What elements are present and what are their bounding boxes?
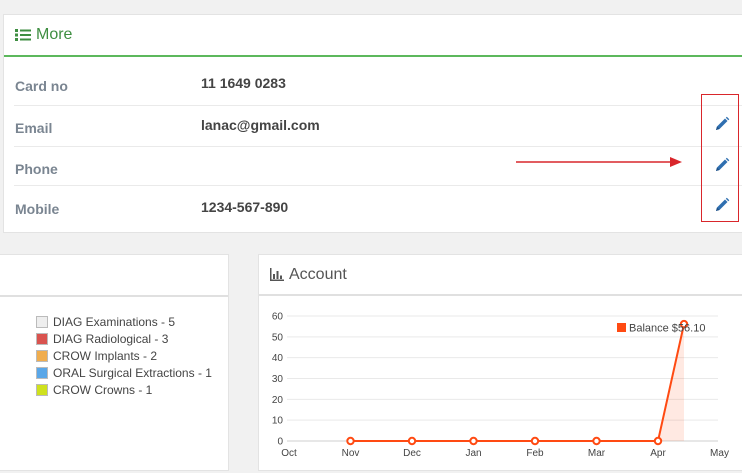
legend-label-balance: Balance $56.10 [629, 323, 705, 335]
legend-item[interactable]: DIAG Examinations - 5 [36, 313, 212, 330]
x-tick-label: May [710, 448, 729, 459]
legend-item[interactable]: ORAL Surgical Extractions - 1 [36, 364, 212, 381]
y-tick-label: 60 [272, 312, 284, 323]
mobile-label: Mobile [15, 201, 60, 217]
x-tick-label: Nov [342, 448, 360, 459]
mobile-value: 1234-567-890 [201, 199, 289, 215]
legend-item-label: ORAL Surgical Extractions - 1 [53, 365, 212, 380]
mobile-row: Mobile 1234-567-890 [14, 186, 742, 226]
y-tick-label: 10 [272, 416, 284, 427]
more-panel: More Card no 11 1649 0283 Email lanac@gm… [3, 14, 742, 233]
x-tick-label: Apr [650, 448, 666, 459]
email-value: lanac@gmail.com [201, 117, 320, 133]
phone-label: Phone [15, 161, 58, 177]
legend-swatch [36, 383, 48, 396]
y-tick-label: 50 [272, 332, 284, 343]
y-tick-label: 30 [272, 374, 284, 385]
data-point [592, 436, 601, 446]
legend-item[interactable]: CROW Implants - 2 [36, 347, 212, 364]
x-tick-label: Oct [281, 448, 297, 459]
card-no-value: 11 1649 0283 [201, 75, 286, 91]
legend-swatch [36, 332, 48, 345]
treatment-legend-panel: DIAG Examinations - 5 DIAG Radiological … [0, 254, 229, 471]
legend-item-label: CROW Crowns - 1 [53, 382, 153, 397]
legend-swatch [36, 349, 48, 362]
legend-item-label: DIAG Examinations - 5 [53, 314, 176, 329]
data-point [530, 436, 540, 446]
card-no-row: Card no 11 1649 0283 [14, 65, 742, 106]
account-balance-chart: 0 10 20 30 40 50 60 Oct Nov Dec Jan Feb Mar Apr May Bal… [272, 312, 729, 460]
annotation-arrow [516, 157, 682, 167]
annotation-highlight-box [701, 94, 739, 222]
account-panel: Account 0 10 20 30 40 50 60 Oct Nov Dec Jan Feb Mar A… [258, 254, 742, 471]
card-no-label: Card no [15, 78, 68, 94]
email-label: Email [15, 120, 53, 136]
x-tick-label: Mar [588, 448, 606, 459]
legend-panel-header [0, 255, 228, 297]
legend-swatch [36, 366, 48, 379]
y-tick-label: 0 [277, 437, 283, 448]
series-line [350, 323, 685, 442]
legend-item-label: DIAG Radiological - 3 [53, 331, 169, 346]
email-row: Email lanac@gmail.com [14, 105, 742, 147]
legend-swatch-balance [617, 323, 626, 332]
x-tick-label: Feb [526, 448, 544, 459]
data-point [469, 436, 478, 446]
data-point [346, 436, 355, 446]
y-tick-label: 20 [272, 395, 284, 406]
legend-item[interactable]: CROW Crowns - 1 [36, 381, 212, 398]
legend-item-label: CROW Implants - 2 [53, 348, 158, 363]
legend-swatch [36, 315, 48, 328]
data-point [653, 436, 663, 446]
y-tick-label: 40 [272, 353, 284, 364]
data-point [407, 436, 417, 446]
more-panel-header: More [4, 15, 742, 57]
x-tick-label: Jan [465, 448, 481, 459]
treatment-legend-list: DIAG Examinations - 5 DIAG Radiological … [36, 313, 212, 398]
x-tick-label: Dec [403, 448, 421, 459]
list-icon [15, 29, 31, 41]
legend-item[interactable]: DIAG Radiological - 3 [36, 330, 212, 347]
more-title: More [36, 26, 73, 43]
